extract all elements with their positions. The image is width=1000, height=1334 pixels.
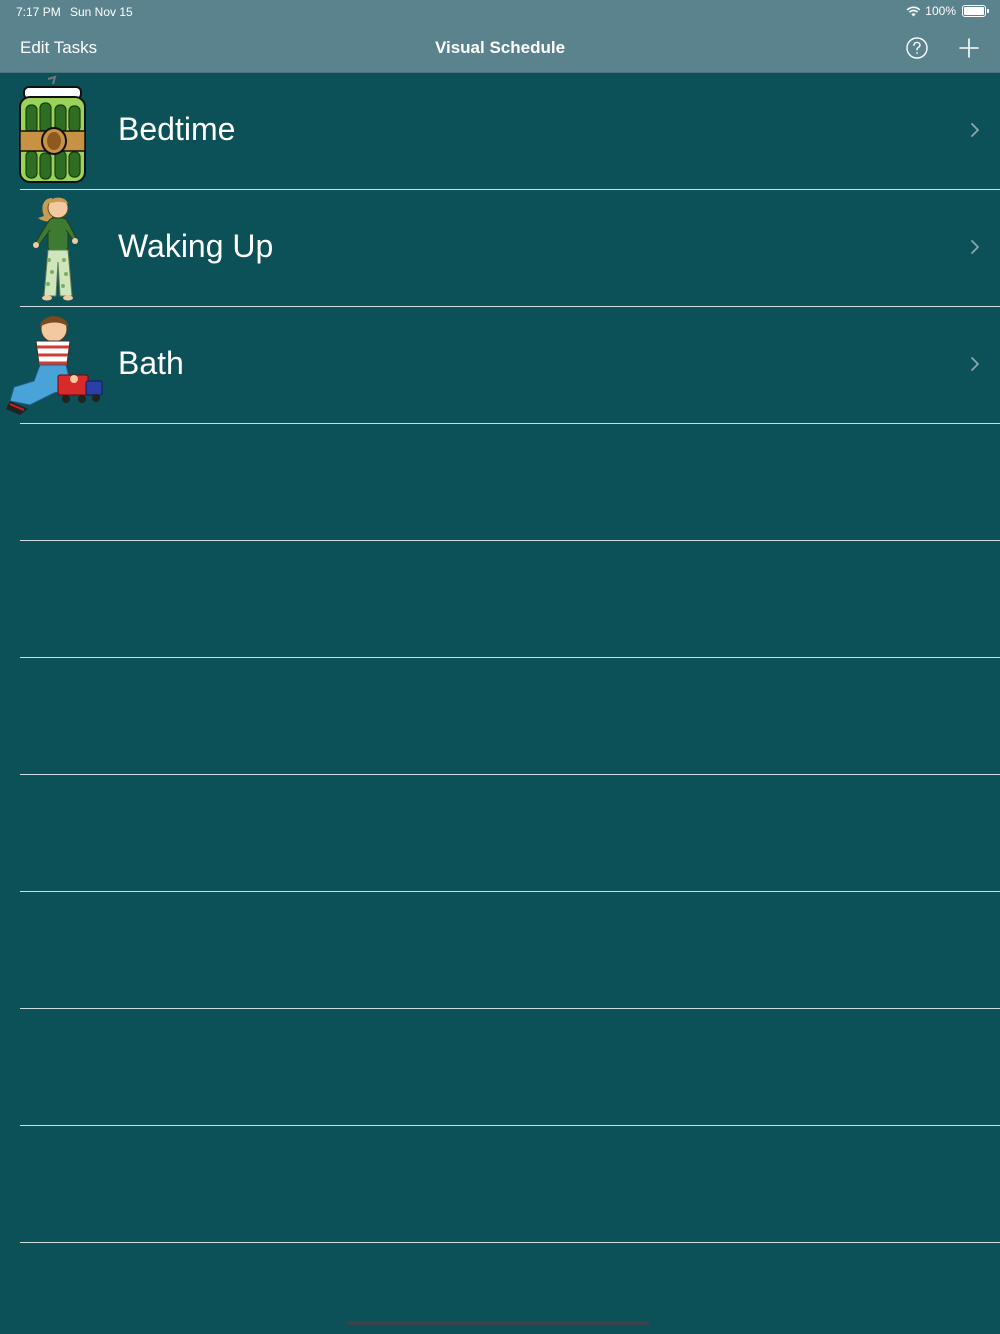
- navigation-bar: 7:17 PM Sun Nov 15 100% Edit Tasks Visua…: [0, 0, 1000, 73]
- empty-row: [20, 658, 1000, 775]
- task-label: Bedtime: [118, 111, 236, 147]
- status-date: Sun Nov 15: [70, 5, 133, 19]
- wifi-icon: [906, 6, 921, 16]
- chevron-right-icon: [971, 240, 979, 254]
- plus-icon[interactable]: [958, 37, 980, 59]
- chevron-right-icon: [971, 123, 979, 137]
- girl-in-pajamas-image: [33, 197, 78, 301]
- empty-row: [20, 1126, 1000, 1243]
- status-indicators: 100%: [906, 4, 989, 18]
- status-time: 7:17 PM: [16, 5, 61, 19]
- page-title: Visual Schedule: [434, 38, 566, 57]
- empty-row: [20, 1009, 1000, 1126]
- empty-row: [20, 892, 1000, 1009]
- battery-icon: [962, 5, 989, 17]
- task-label: Waking Up: [118, 228, 274, 264]
- home-indicator: [347, 1321, 650, 1325]
- boy-playing-with-toy-truck-image: [6, 315, 103, 415]
- empty-row: [20, 541, 1000, 658]
- pickle-jar-image: [19, 75, 86, 183]
- task-row-bath[interactable]: Bath: [6, 307, 1000, 424]
- question-circle-icon[interactable]: [906, 37, 928, 59]
- empty-row: [20, 424, 1000, 541]
- task-label: Bath: [118, 345, 184, 381]
- empty-row: [20, 775, 1000, 892]
- task-list: Bedtime Waking Up Bath: [0, 73, 1000, 1243]
- chevron-right-icon: [971, 357, 979, 371]
- task-row-waking-up[interactable]: Waking Up: [20, 190, 1000, 307]
- battery-percent: 100%: [925, 4, 956, 18]
- task-row-bedtime[interactable]: Bedtime: [19, 73, 1000, 190]
